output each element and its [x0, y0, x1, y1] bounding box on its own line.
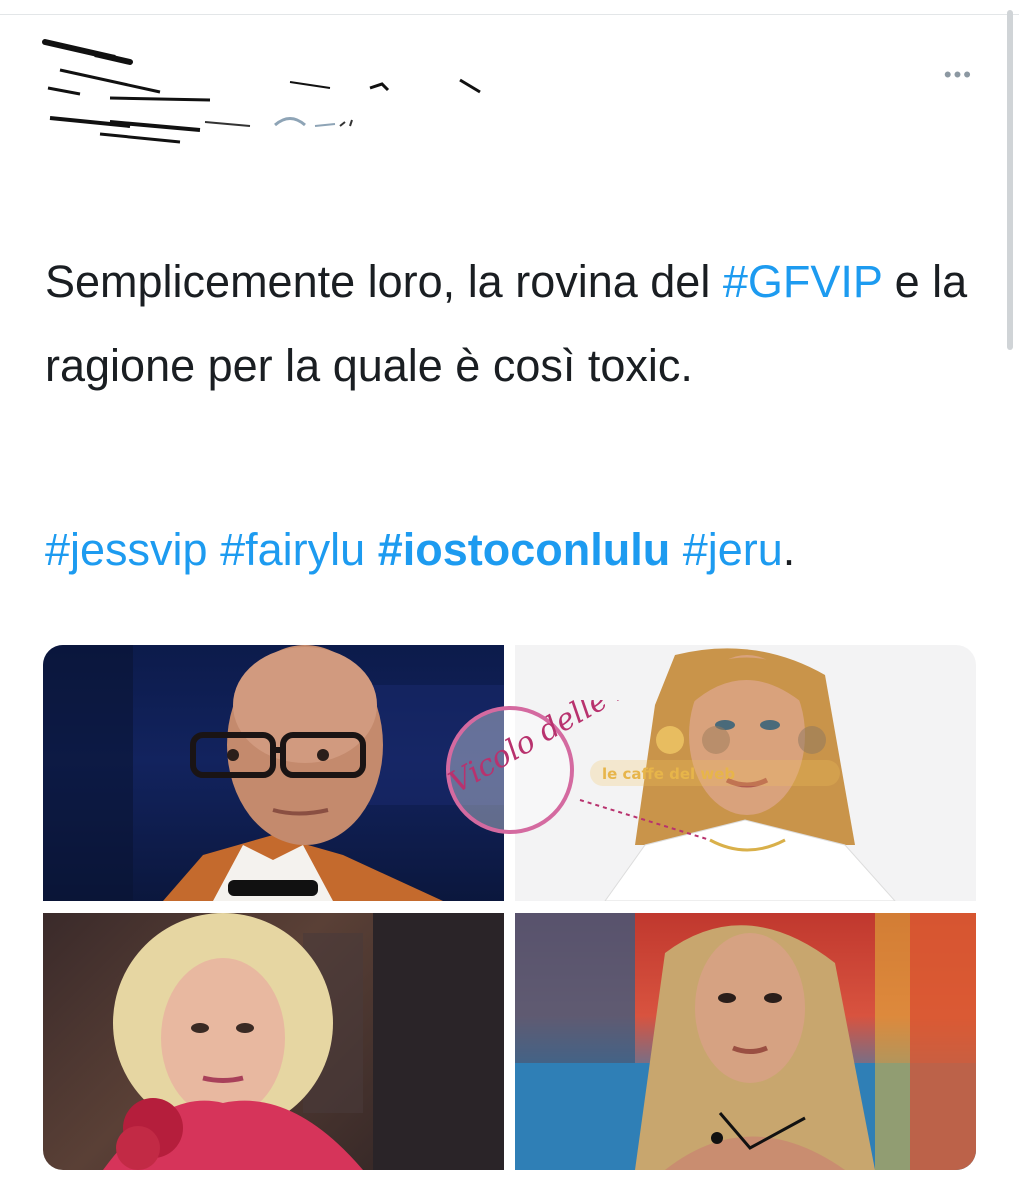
more-horizontal-icon[interactable]: ••• [944, 64, 973, 86]
tweet-screenshot: ••• Semplicemente loro, la rovina del #G… [0, 0, 1019, 1200]
scrollbar[interactable] [1007, 10, 1013, 350]
photo-1-image [43, 645, 504, 901]
tags-end-punctuation: . [782, 524, 796, 575]
hashtag-link-jeru[interactable]: #jeru [683, 524, 783, 575]
photo-3[interactable] [43, 913, 504, 1170]
tweet-body-text: Semplicemente loro, la rovina del #GFVIP… [45, 240, 975, 408]
photo-4[interactable] [515, 913, 976, 1170]
photo-3-image [103, 913, 504, 1170]
hashtag-link-jessvip[interactable]: #jessvip [45, 524, 208, 575]
media-grid [43, 645, 976, 1170]
photo-2-image [604, 648, 896, 901]
hashtag-link-fairylu[interactable]: #fairylu [220, 524, 365, 575]
photo-2[interactable] [515, 645, 976, 901]
photo-1[interactable] [43, 645, 504, 901]
photo-4-image [515, 913, 976, 1170]
top-divider [0, 14, 1019, 15]
hashtag-link-iostoconlulu[interactable]: #iostoconlulu [378, 524, 671, 575]
tweet-text-part1: Semplicemente loro, la rovina del [45, 256, 723, 307]
hashtag-link-gfvip[interactable]: #GFVIP [723, 256, 882, 307]
tweet-hashtags: #jessvip #fairylu #iostoconlulu #jeru. [45, 518, 985, 582]
redacted-author-scribble [42, 39, 481, 144]
